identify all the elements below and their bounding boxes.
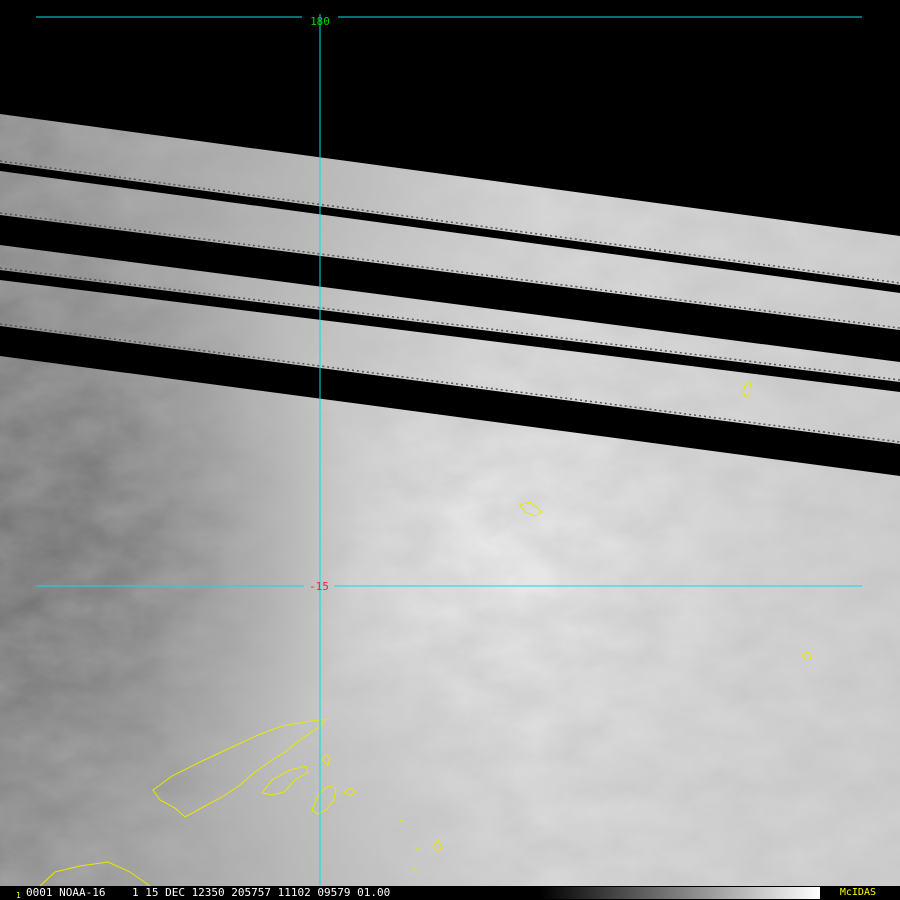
latitude-label: -15 xyxy=(309,580,329,593)
mcidas-brand: McIDAS xyxy=(839,887,876,898)
status-text: 0001 NOAA-16 1 15 DEC 12350 205757 11102… xyxy=(26,886,391,899)
frame-number: 1 xyxy=(16,891,21,900)
status-bar: 1 0001 NOAA-16 1 15 DEC 12350 205757 111… xyxy=(0,886,900,900)
gray-scale-bar xyxy=(540,887,820,899)
satellite-image-map: 180 -15 xyxy=(0,0,900,900)
longitude-label: 180 xyxy=(310,15,330,28)
